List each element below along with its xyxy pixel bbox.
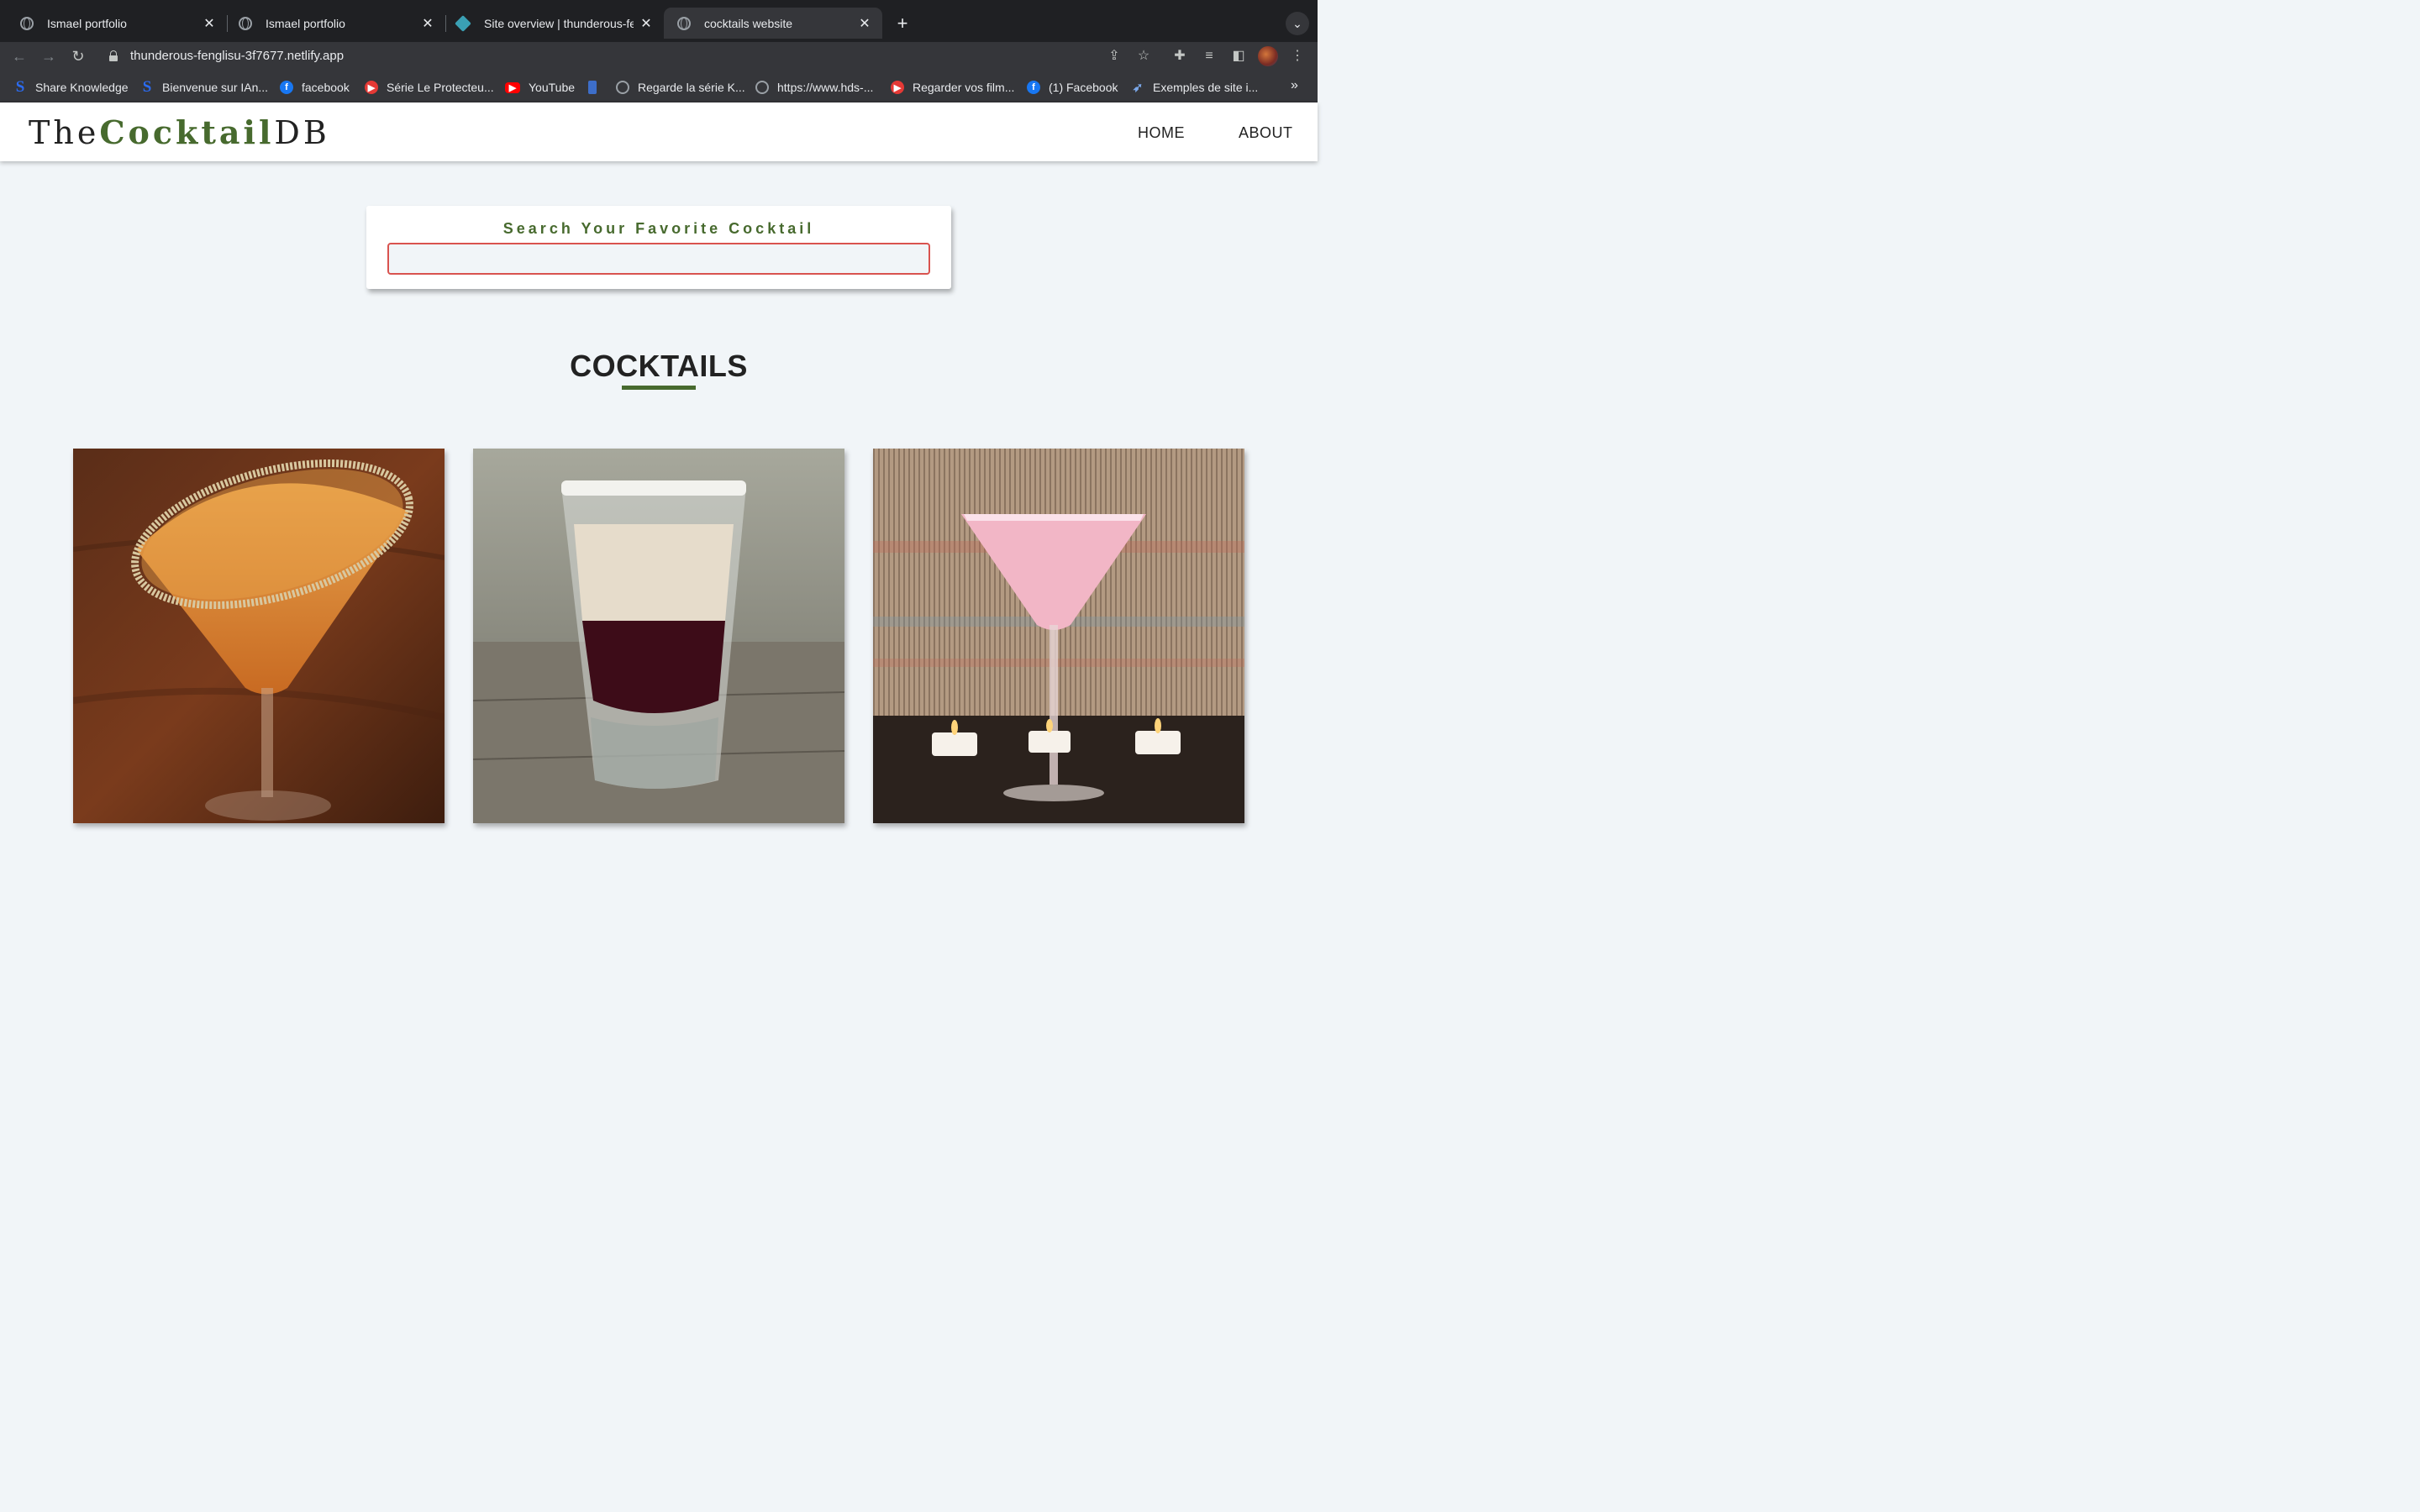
cocktail-card[interactable]	[73, 449, 445, 823]
close-tab-icon[interactable]: ✕	[202, 15, 217, 32]
site-logo[interactable]: TheCocktailDB	[29, 113, 330, 151]
globe-icon	[239, 16, 252, 30]
bookmark-label: Bienvenue sur IAn...	[162, 81, 269, 94]
bookmark-label: facebook	[302, 81, 350, 94]
tab-title: Ismael portfolio	[266, 16, 345, 30]
logo-prefix: The	[29, 114, 100, 151]
bookmark-item[interactable]: ▶ Regarder vos film...	[891, 80, 1014, 95]
logo-middle: Cocktail	[99, 113, 275, 151]
side-panel-icon[interactable]: ◧	[1228, 45, 1249, 67]
close-tab-icon[interactable]: ✕	[420, 15, 435, 32]
tab-search-chevron-icon[interactable]: ⌄	[1286, 12, 1309, 35]
back-arrow-icon[interactable]: ←	[8, 45, 30, 67]
extensions-puzzle-icon[interactable]: ✚	[1169, 45, 1191, 67]
bookmark-item[interactable]	[588, 80, 605, 95]
netlify-icon	[455, 14, 471, 32]
more-bookmarks-chevron-icon[interactable]: »	[1291, 78, 1298, 93]
section-title: COCKTAILS	[570, 349, 748, 383]
cocktail-card[interactable]	[873, 449, 1244, 823]
profile-avatar[interactable]	[1258, 46, 1278, 66]
bookmark-star-icon[interactable]: ☆	[1133, 45, 1155, 67]
address-bar-url[interactable]: thunderous-fenglisu-3f7677.netlify.app	[130, 49, 344, 63]
cocktail-image-amber-martini	[73, 449, 445, 823]
globe-icon	[755, 81, 769, 94]
bookmark-item[interactable]: S Bienvenue sur IAn...	[140, 78, 269, 96]
reload-icon[interactable]: ↻	[67, 45, 89, 67]
bookmark-label: (1) Facebook	[1049, 81, 1118, 94]
tab-title: Site overview | thunderous-fenglisu-3f76…	[484, 16, 634, 30]
tab-title: cocktails website	[704, 16, 793, 30]
bookmark-item[interactable]: S Share Knowledge	[13, 78, 129, 96]
document-icon	[588, 81, 597, 94]
bookmark-item[interactable]: f facebook	[280, 80, 350, 95]
s-logo-icon: S	[142, 78, 152, 96]
title-underline	[622, 386, 696, 390]
logo-suffix: DB	[274, 114, 330, 151]
facebook-icon: f	[280, 81, 293, 94]
facebook-icon: f	[1027, 81, 1040, 94]
bookmark-item[interactable]: Regarde la série K...	[616, 80, 745, 95]
s-logo-icon: S	[15, 78, 25, 96]
bookmark-item[interactable]: ➶ Exemples de site i...	[1131, 80, 1259, 95]
bookmark-label: YouTube	[529, 81, 576, 94]
bookmark-item[interactable]: https://www.hds-...	[755, 80, 873, 95]
youtube-icon: ▶	[505, 81, 520, 93]
play-icon: ▶	[365, 81, 378, 94]
play-icon: ▶	[891, 81, 904, 94]
nav-about-link[interactable]: ABOUT	[1239, 124, 1293, 142]
globe-icon	[677, 16, 691, 30]
bookmark-label: Série Le Protecteu...	[387, 81, 494, 94]
close-tab-icon[interactable]: ✕	[857, 15, 872, 32]
bookmark-label: Regarder vos film...	[913, 81, 1015, 94]
media-control-icon[interactable]: ≡	[1198, 45, 1220, 67]
globe-icon	[20, 16, 34, 30]
bookmark-item[interactable]: ▶ YouTube	[505, 80, 575, 95]
cocktail-search-input[interactable]	[387, 243, 930, 275]
tab-title: Ismael portfolio	[47, 16, 127, 30]
bookmark-item[interactable]: ▶ Série Le Protecteu...	[365, 80, 494, 95]
cocktail-card[interactable]	[473, 449, 844, 823]
browser-tab-2[interactable]: Ismael portfolio ✕	[225, 8, 445, 39]
bookmark-label: Share Knowledge	[35, 81, 129, 94]
nav-home-link[interactable]: HOME	[1138, 124, 1185, 142]
cocktail-image-pink-martini	[873, 449, 1244, 823]
forward-arrow-icon[interactable]: →	[38, 45, 60, 67]
browser-tab-1[interactable]: Ismael portfolio ✕	[7, 8, 227, 39]
new-tab-icon[interactable]: +	[891, 12, 914, 35]
bookmark-label: https://www.hds-...	[777, 81, 874, 94]
close-tab-icon[interactable]: ✕	[639, 15, 654, 32]
menu-dots-icon[interactable]: ⋮	[1286, 45, 1308, 67]
cocktail-image-layered-shot	[473, 449, 844, 823]
share-icon[interactable]: ⇪	[1103, 45, 1125, 67]
lock-icon[interactable]	[109, 50, 118, 62]
bookmark-label: Exemples de site i...	[1153, 81, 1259, 94]
browser-tab-3[interactable]: Site overview | thunderous-fenglisu-3f76…	[444, 8, 664, 39]
search-label: Search Your Favorite Cocktail	[502, 220, 815, 237]
bird-icon: ➶	[1132, 81, 1144, 95]
bookmark-label: Regarde la série K...	[638, 81, 745, 94]
bookmark-item[interactable]: f (1) Facebook	[1027, 80, 1118, 95]
browser-tab-active[interactable]: cocktails website ✕	[664, 8, 882, 39]
globe-icon	[616, 81, 629, 94]
